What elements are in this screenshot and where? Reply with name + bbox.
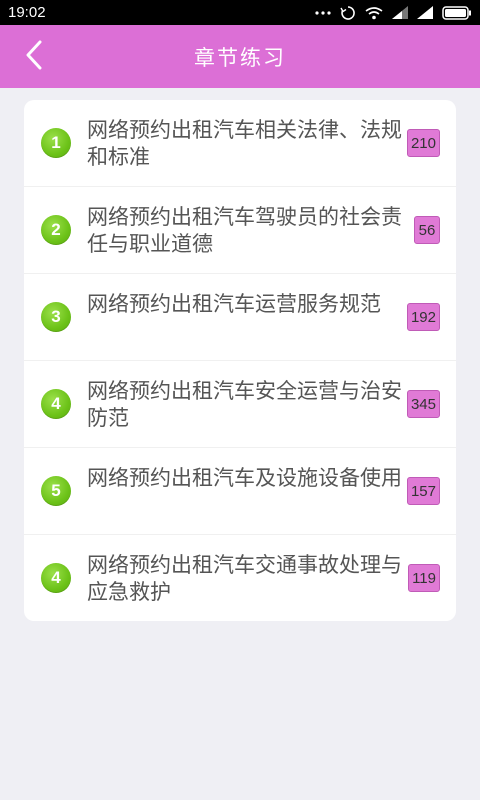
wifi-icon: [365, 6, 383, 20]
chapter-item[interactable]: 4 网络预约出租汽车交通事故处理与应急救护 119: [24, 535, 456, 621]
chapter-number-badge: 2: [41, 215, 71, 245]
signal-icon-1: [392, 6, 408, 19]
chapter-item[interactable]: 4 网络预约出租汽车安全运营与治安防范 345: [24, 361, 456, 448]
chapter-number-badge: 4: [41, 389, 71, 419]
chapter-item[interactable]: 1 网络预约出租汽车相关法律、法规和标准 210: [24, 100, 456, 187]
question-count-badge: 345: [406, 390, 440, 418]
chapter-number-badge: 4: [41, 563, 71, 593]
question-count-badge: 157: [406, 477, 440, 505]
chapter-list: 1 网络预约出租汽车相关法律、法规和标准 210 2 网络预约出租汽车驾驶员的社…: [24, 100, 456, 621]
chapter-title: 网络预约出租汽车相关法律、法规和标准: [87, 118, 402, 169]
back-button[interactable]: [14, 37, 54, 77]
chapter-item[interactable]: 3 网络预约出租汽车运营服务规范 192: [24, 274, 456, 361]
status-bar: 19:02: [0, 0, 480, 25]
chapter-number-badge: 1: [41, 128, 71, 158]
status-time: 19:02: [8, 4, 46, 21]
chapter-title: 网络预约出租汽车运营服务规范: [87, 292, 381, 316]
question-count-badge: 56: [414, 216, 440, 244]
status-icons: [315, 5, 472, 21]
header-bar: 章节练习: [0, 25, 480, 88]
question-count-badge: 210: [406, 129, 440, 157]
signal-icon-2: [417, 6, 433, 19]
battery-icon: [442, 5, 472, 20]
chapter-title: 网络预约出租汽车交通事故处理与应急救护: [87, 553, 402, 604]
chapter-item[interactable]: 2 网络预约出租汽车驾驶员的社会责任与职业道德 56: [24, 187, 456, 274]
chapter-title: 网络预约出租汽车安全运营与治安防范: [87, 379, 402, 430]
page-title: 章节练习: [194, 45, 286, 70]
chevron-left-icon: [24, 40, 44, 74]
chapter-title: 网络预约出租汽车驾驶员的社会责任与职业道德: [87, 205, 402, 256]
question-count-badge: 192: [406, 303, 440, 331]
chapter-number-badge: 5: [41, 476, 71, 506]
question-count-badge: 119: [408, 564, 440, 592]
more-dots-icon: [315, 10, 331, 16]
chapter-item[interactable]: 5 网络预约出租汽车及设施设备使用 157: [24, 448, 456, 535]
chapter-title: 网络预约出租汽车及设施设备使用: [87, 466, 402, 490]
sync-icon: [340, 5, 356, 21]
chapter-number-badge: 3: [41, 302, 71, 332]
